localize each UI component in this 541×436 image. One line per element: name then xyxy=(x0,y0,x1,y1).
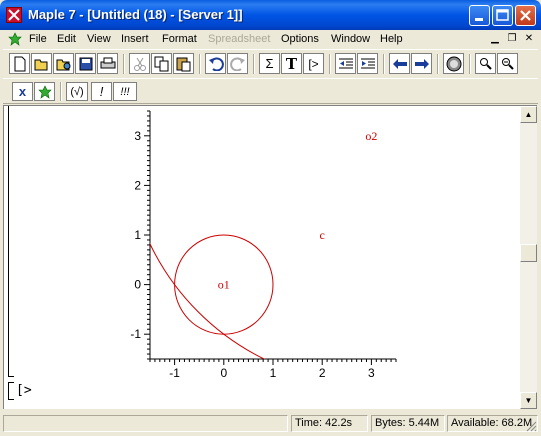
print-icon[interactable] xyxy=(97,53,118,74)
worksheet[interactable]: -1 0 1 2 3 -1 0 1 2 3 o1 o2 c [> xyxy=(3,105,520,409)
zoom-in-icon[interactable] xyxy=(475,53,496,74)
input-prompt[interactable]: [> xyxy=(16,383,32,398)
plot[interactable]: -1 0 1 2 3 -1 0 1 2 3 o1 o2 c xyxy=(4,106,520,378)
mdi-restore-icon[interactable]: ❐ xyxy=(505,32,519,45)
status-message xyxy=(3,415,288,432)
point-label-c: c xyxy=(320,228,325,242)
close-button[interactable] xyxy=(515,5,536,26)
x-tick-label: 3 xyxy=(368,366,375,378)
scroll-up-icon[interactable]: ▲ xyxy=(520,106,537,123)
back-arrow-icon[interactable] xyxy=(389,53,410,74)
forward-arrow-icon[interactable] xyxy=(411,53,432,74)
prompt-icon[interactable]: [> xyxy=(303,53,324,74)
status-bytes: Bytes: 5.44M xyxy=(371,415,445,432)
execute-all-button[interactable]: !!! xyxy=(113,82,137,101)
minimize-button[interactable] xyxy=(469,5,490,26)
scroll-thumb[interactable] xyxy=(520,244,537,262)
maple-leaf-icon[interactable] xyxy=(34,82,55,101)
mdi-close-icon[interactable]: ✕ xyxy=(522,32,536,45)
minimize-icon xyxy=(475,18,483,21)
y-tick-label: 3 xyxy=(134,129,141,143)
menu-insert[interactable]: Insert xyxy=(121,33,149,45)
toolbar-separator xyxy=(123,54,125,74)
toolbar-separator xyxy=(60,82,62,101)
point-label-o2: o2 xyxy=(365,129,377,143)
toolbar-separator xyxy=(329,54,331,74)
indent-icon[interactable] xyxy=(357,53,378,74)
sigma-icon[interactable]: Σ xyxy=(259,53,280,74)
copy-icon[interactable] xyxy=(151,53,172,74)
status-time: Time: 42.2s xyxy=(291,415,368,432)
maximize-icon xyxy=(496,9,509,21)
open-icon[interactable] xyxy=(31,53,52,74)
menu-file[interactable]: File xyxy=(29,33,47,45)
menu-edit[interactable]: Edit xyxy=(57,33,76,45)
y-tick-label: 0 xyxy=(134,278,141,292)
outdent-icon[interactable] xyxy=(335,53,356,74)
title-bar: Maple 7 - [Untitled (18) - [Server 1]] xyxy=(0,0,541,30)
menu-options[interactable]: Options xyxy=(281,33,319,45)
mdi-minimize-icon[interactable]: ▁ xyxy=(488,32,502,45)
toolbar-separator xyxy=(469,54,471,74)
maximize-button[interactable] xyxy=(492,5,513,26)
maple-leaf-icon[interactable] xyxy=(6,7,22,23)
cut-icon[interactable] xyxy=(129,53,150,74)
open-url-icon[interactable] xyxy=(53,53,74,74)
menu-bar: File Edit View Insert Format Spreadsheet… xyxy=(3,30,538,48)
execute-button[interactable]: ! xyxy=(91,82,112,101)
x-icon[interactable]: x xyxy=(12,82,33,101)
undo-icon[interactable] xyxy=(205,53,226,74)
context-toolbar: x (√) ! !!! xyxy=(3,78,538,104)
menu-format[interactable]: Format xyxy=(162,33,197,45)
x-tick-label: 1 xyxy=(270,366,277,378)
menu-window[interactable]: Window xyxy=(331,33,370,45)
toolbar-separator xyxy=(437,54,439,74)
save-icon[interactable] xyxy=(75,53,96,74)
main-toolbar: Σ T [> xyxy=(3,49,538,77)
y-tick-label: -1 xyxy=(130,327,141,341)
prompt-bracket xyxy=(8,382,14,400)
new-document-icon[interactable] xyxy=(9,53,30,74)
toolbar-separator xyxy=(199,54,201,74)
x-tick-label: 0 xyxy=(220,366,227,378)
circle-2 xyxy=(150,242,266,359)
stop-icon[interactable] xyxy=(443,53,464,74)
status-bar: Time: 42.2s Bytes: 5.44M Available: 68.2… xyxy=(3,413,538,433)
x-tick-label: -1 xyxy=(169,366,180,378)
zoom-out-icon[interactable] xyxy=(497,53,518,74)
vertical-scrollbar[interactable]: ▲ ▼ xyxy=(520,105,537,409)
redo-icon[interactable] xyxy=(227,53,248,74)
evaluate-button[interactable]: (√) xyxy=(66,82,88,101)
y-tick-label: 2 xyxy=(134,178,141,192)
menu-help[interactable]: Help xyxy=(380,33,403,45)
toolbar-separator xyxy=(253,54,255,74)
scroll-down-icon[interactable]: ▼ xyxy=(520,392,537,409)
close-icon xyxy=(520,10,531,21)
text-icon[interactable]: T xyxy=(281,53,302,74)
window-title: Maple 7 - [Untitled (18) - [Server 1]] xyxy=(28,7,243,22)
resize-grip-icon[interactable] xyxy=(525,420,537,432)
menu-spreadsheet: Spreadsheet xyxy=(208,33,271,45)
toolbar-separator xyxy=(383,54,385,74)
document-menu-icon[interactable] xyxy=(8,32,22,46)
y-tick-label: 1 xyxy=(134,228,141,242)
point-label-o1: o1 xyxy=(218,278,230,292)
menu-view[interactable]: View xyxy=(87,33,111,45)
paste-icon[interactable] xyxy=(173,53,194,74)
x-tick-label: 2 xyxy=(319,366,326,378)
